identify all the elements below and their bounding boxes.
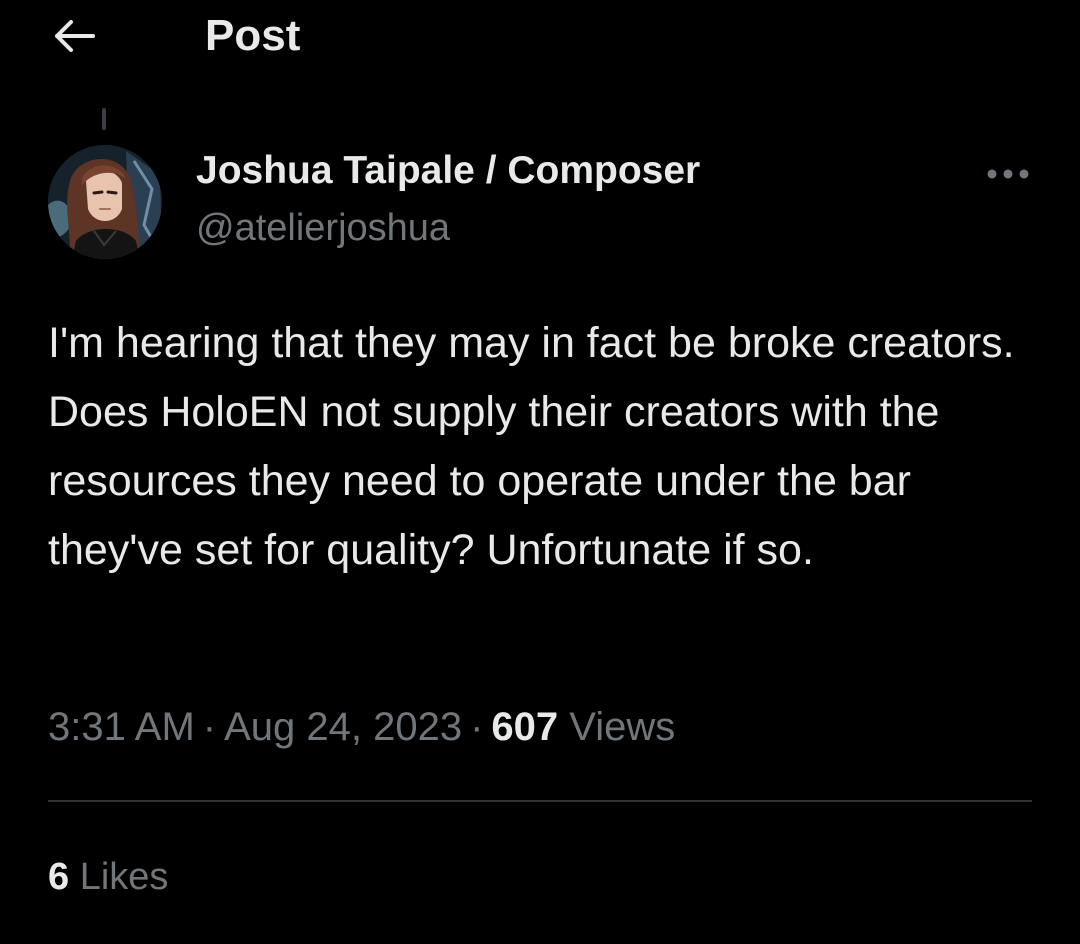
more-horizontal-icon [987,169,1029,179]
meta-separator: · [202,705,217,749]
likes-link[interactable]: 6 Likes [48,852,168,902]
meta-separator: · [470,705,484,749]
likes-label: Likes [79,856,169,898]
page-title: Post [205,11,301,60]
post-date[interactable]: Aug 24, 2023 [224,705,462,749]
post-metadata: 3:31 AM · Aug 24, 2023 · 607 Views [48,700,675,754]
arrow-left-icon [55,20,95,52]
top-app-bar: Post [0,0,1080,80]
avatar-portrait-image [48,145,162,259]
thread-connector-line [102,108,106,130]
author-display-name[interactable]: Joshua Taipale / Composer [196,148,700,194]
divider [48,800,1032,802]
likes-count: 6 [48,856,70,898]
post-body-text: I'm hearing that they may in fact be bro… [48,319,1027,574]
post-time[interactable]: 3:31 AM [48,705,195,749]
avatar[interactable] [48,145,162,259]
views-count: 607 [491,705,559,749]
author-handle[interactable]: @atelierjoshua [196,205,450,251]
views-label: Views [569,705,676,749]
back-button[interactable] [50,14,98,58]
more-options-button[interactable] [982,158,1034,190]
